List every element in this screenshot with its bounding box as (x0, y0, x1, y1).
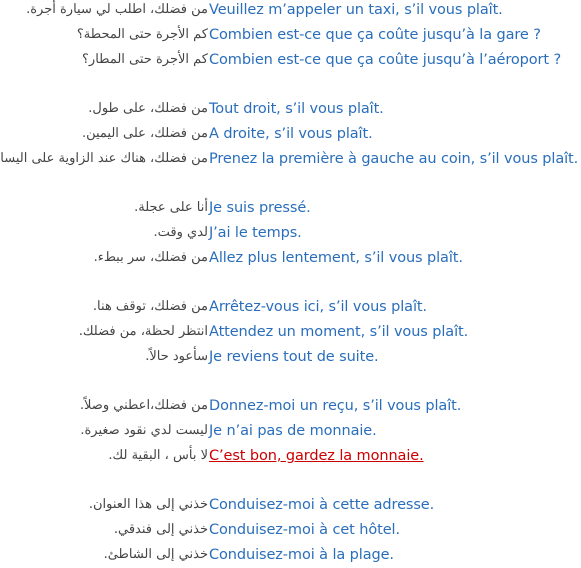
french-phrase: Conduisez-moi à cette adresse. (209, 497, 435, 513)
arabic-phrase: من فضلك، توقف هنا. (92, 299, 208, 314)
arabic-phrase: من فضلك،اعطني وصلاً. (79, 398, 208, 413)
phrase-row: من فضلك، على اليمين. A droite, s’il vous… (0, 122, 581, 146)
french-phrase: A droite, s’il vous plaît. (209, 126, 373, 142)
phrase-list: من فضلك، اطلب لي سيارة أجرة. Veuillez m’… (0, 0, 581, 568)
phrase-row: سأعود حالاً. Je reviens tout de suite. (0, 345, 581, 369)
phrase-row: من فضلك، على طول. Tout droit, s’il vous … (0, 97, 581, 121)
french-phrase: Combien est-ce que ça coûte jusqu’à la g… (209, 27, 541, 43)
arabic-phrase: أنا على عجلة. (134, 200, 208, 215)
phrase-row-highlighted: لا بأس ، البقية لك. C’est bon, gardez la… (0, 444, 581, 468)
french-phrase: Veuillez m’appeler un taxi, s’il vous pl… (209, 2, 503, 18)
phrase-row: من فضلك، توقف هنا. Arrêtez-vous ici, s’i… (0, 295, 581, 319)
arabic-phrase: خذني إلى هذا العنوان. (88, 497, 208, 512)
phrase-row: من فضلك، سر ببطء. Allez plus lentement, … (0, 246, 581, 270)
french-phrase: Prenez la première à gauche au coin, s’i… (209, 151, 579, 167)
arabic-phrase: كم الأجرة حتى المحطة؟ (76, 27, 208, 42)
phrase-row: خذني إلى الشاطئ. Conduisez-moi à la plag… (0, 543, 581, 567)
phrase-row: من فضلك،اعطني وصلاً. Donnez-moi un reçu,… (0, 394, 581, 418)
french-phrase: Je reviens tout de suite. (209, 349, 379, 365)
arabic-phrase: من فضلك، هناك عند الزاوية على اليسار. (0, 151, 208, 166)
phrase-row: خذني إلى فندقي. Conduisez-moi à cet hôte… (0, 518, 581, 542)
arabic-phrase: من فضلك، على طول. (88, 101, 208, 116)
arabic-phrase: كم الأجرة حتى المطار؟ (82, 52, 208, 67)
phrase-row: خذني إلى هذا العنوان. Conduisez-moi à ce… (0, 493, 581, 517)
french-phrase: Conduisez-moi à la plage. (209, 547, 394, 563)
arabic-phrase: من فضلك، على اليمين. (81, 126, 208, 141)
french-phrase: Donnez-moi un reçu, s’il vous plaît. (209, 398, 462, 414)
arabic-phrase: من فضلك، سر ببطء. (93, 250, 208, 265)
phrase-row: كم الأجرة حتى المطار؟ Combien est-ce que… (0, 48, 581, 72)
arabic-phrase: لا بأس ، البقية لك. (108, 448, 208, 463)
french-phrase: Allez plus lentement, s’il vous plaît. (209, 250, 463, 266)
french-phrase: J’ai le temps. (209, 225, 302, 241)
french-phrase: Je n’ai pas de monnaie. (209, 423, 377, 439)
phrase-row: من فضلك، اطلب لي سيارة أجرة. Veuillez m’… (0, 0, 581, 22)
french-phrase: Arrêtez-vous ici, s’il vous plaît. (209, 299, 427, 315)
arabic-phrase: لدي وقت. (153, 225, 208, 240)
arabic-phrase: خذني إلى الشاطئ. (103, 547, 208, 562)
phrase-row: كم الأجرة حتى المحطة؟ Combien est-ce que… (0, 23, 581, 47)
arabic-phrase: انتظر لحظة، من فضلك. (78, 324, 208, 339)
french-phrase: Attendez un moment, s’il vous plaît. (209, 324, 469, 340)
phrase-row: من فضلك، هناك عند الزاوية على اليسار. Pr… (0, 147, 581, 171)
french-phrase: Combien est-ce que ça coûte jusqu’à l’aé… (209, 52, 562, 68)
french-phrase: Conduisez-moi à cet hôtel. (209, 522, 400, 538)
arabic-phrase: من فضلك، اطلب لي سيارة أجرة. (26, 2, 208, 17)
phrase-row: أنا على عجلة. Je suis pressé. (0, 196, 581, 220)
french-phrase: Tout droit, s’il vous plaît. (209, 101, 384, 117)
phrase-row: لدي وقت. J’ai le temps. (0, 221, 581, 245)
phrase-row: ليست لدي نقود صغيرة. Je n’ai pas de monn… (0, 419, 581, 443)
phrase-row: انتظر لحظة، من فضلك. Attendez un moment,… (0, 320, 581, 344)
french-phrase-link[interactable]: C’est bon, gardez la monnaie. (209, 444, 424, 468)
arabic-phrase: خذني إلى فندقي. (113, 522, 208, 537)
arabic-phrase: سأعود حالاً. (145, 349, 208, 364)
arabic-phrase: ليست لدي نقود صغيرة. (80, 423, 208, 438)
french-phrase: Je suis pressé. (209, 200, 311, 216)
